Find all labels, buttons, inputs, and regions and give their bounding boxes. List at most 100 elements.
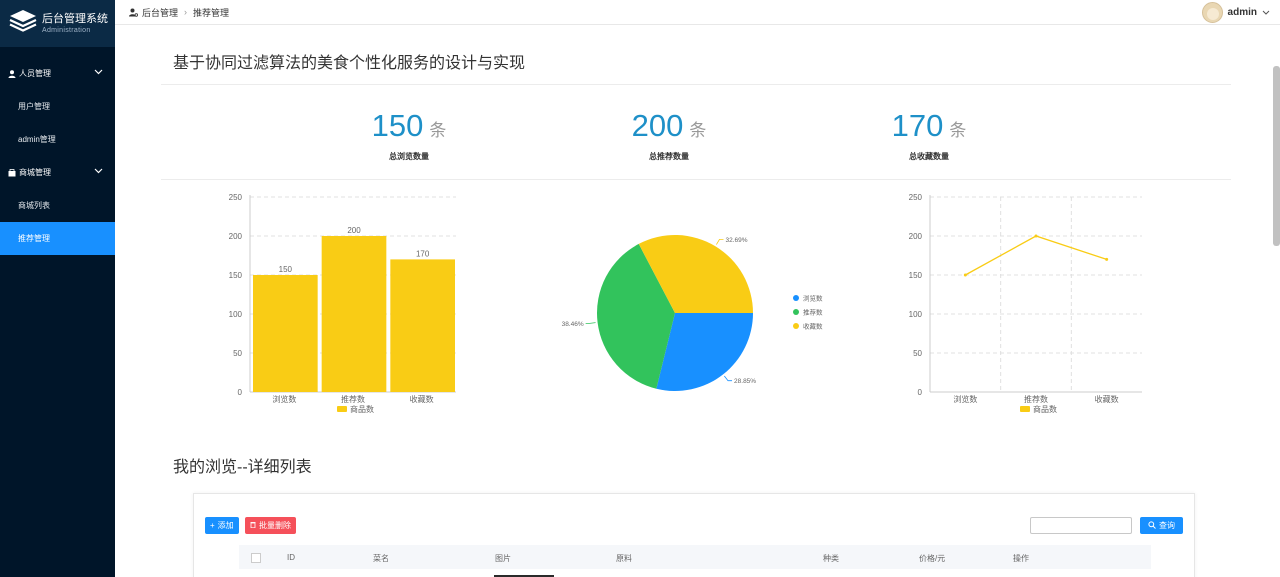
- column-header-name: 菜名: [373, 554, 389, 563]
- column-header-actions: 操作: [1013, 554, 1029, 563]
- search-icon: [1148, 520, 1156, 531]
- shop-icon: [7, 168, 16, 177]
- column-header-price: 价格/元: [919, 554, 946, 563]
- stat-label: 总收藏数量: [909, 152, 949, 161]
- stat-unit: 条: [949, 121, 967, 140]
- stat-label: 总推荐数量: [649, 152, 689, 161]
- chevron-down-icon: [94, 167, 103, 176]
- main-content: 基于协同过滤算法的美食个性化服务的设计与实现 150 条 总浏览数量 200 条 总…: [115, 25, 1280, 577]
- legend-label: 浏览数: [803, 294, 823, 303]
- breadcrumb-current: 推荐管理: [193, 7, 230, 18]
- stat-favorites: 170 条 总收藏数量: [849, 108, 1009, 162]
- stat-unit: 条: [429, 121, 447, 140]
- table-header: ID 菜名 图片 原料 种类 价格/元 操作: [239, 545, 1151, 569]
- trash-icon: [250, 521, 256, 530]
- stat-unit: 条: [689, 121, 707, 140]
- chevron-down-icon: [1262, 7, 1270, 18]
- column-header-ingredients: 原料: [616, 554, 632, 563]
- line-point: [1105, 257, 1109, 261]
- y-tick-label: 100: [909, 310, 923, 319]
- layers-logo-icon: [8, 8, 38, 39]
- y-tick-label: 50: [233, 349, 242, 358]
- legend-label: 推荐数: [803, 308, 823, 317]
- plus-icon: +: [210, 521, 215, 530]
- bar: [321, 236, 387, 392]
- stat-value: 170: [891, 108, 944, 143]
- legend-swatch: [1020, 406, 1030, 412]
- user-icon: [7, 69, 16, 78]
- y-tick-label: 250: [229, 193, 243, 202]
- menu-group-mall[interactable]: 商城管理: [0, 156, 115, 189]
- legend-label: 商品数: [1033, 404, 1057, 414]
- legend-swatch: [793, 295, 799, 301]
- scrollbar[interactable]: [1273, 66, 1280, 246]
- search-button[interactable]: 查询: [1140, 517, 1183, 534]
- section-title: 我的浏览--详细列表: [173, 459, 312, 476]
- pie-label-line: [724, 375, 733, 382]
- bar: [390, 259, 455, 392]
- pie-label-line: [716, 239, 724, 245]
- sidebar-item-admin-management[interactable]: admin管理: [0, 123, 115, 156]
- y-tick-label: 150: [229, 271, 243, 280]
- search-button-label: 查询: [1159, 521, 1175, 530]
- divider: [161, 84, 1231, 85]
- logo[interactable]: 后台管理系统 Administration: [0, 0, 115, 47]
- pie-percent-label: 38.46%: [562, 321, 584, 328]
- sidebar-item-recommend-management[interactable]: 推荐管理: [0, 222, 115, 255]
- bar-chart: 0 50 100 150 200 250 浏览数 推荐数 收藏数商品数 150 200 170: [229, 193, 456, 414]
- bar: [253, 275, 318, 392]
- line-point: [1034, 234, 1038, 238]
- user-menu[interactable]: admin: [1201, 2, 1270, 23]
- stat-value: 200: [631, 108, 684, 143]
- search-input[interactable]: [1030, 517, 1132, 534]
- bar-value-label: 200: [347, 226, 361, 235]
- pie-chart: 28.85% 38.46% 32.69% 浏览数推荐数收藏数: [562, 235, 823, 391]
- menu-group-label: 人员管理: [19, 69, 51, 78]
- user-settings-icon: [129, 8, 138, 17]
- legend-label: 收藏数: [803, 322, 823, 331]
- top-header: 后台管理 › 推荐管理 admin: [115, 0, 1280, 25]
- logo-subtitle: Administration: [42, 26, 91, 34]
- series-line: [965, 235, 1107, 276]
- batch-delete-button[interactable]: 批量删除: [245, 517, 296, 534]
- y-tick-label: 150: [909, 271, 923, 280]
- select-all-checkbox[interactable]: [251, 553, 261, 563]
- stat-recommend: 200 条 总推荐数量: [589, 108, 749, 162]
- column-header-id: ID: [287, 553, 295, 562]
- y-tick-label: 50: [913, 349, 922, 358]
- legend-label: 商品数: [350, 404, 374, 414]
- pie-percent-label: 28.85%: [734, 378, 756, 385]
- legend-swatch: [337, 406, 347, 412]
- avatar: [1201, 2, 1223, 23]
- y-tick-label: 200: [909, 232, 923, 241]
- menu-group-personnel[interactable]: 人员管理: [0, 57, 115, 90]
- sidebar-item-mall-list[interactable]: 商城列表: [0, 189, 115, 222]
- x-tick-label: 推荐数: [341, 394, 365, 404]
- column-header-category: 种类: [823, 554, 839, 563]
- add-button[interactable]: + 添加: [205, 517, 239, 534]
- stat-label: 总浏览数量: [389, 152, 429, 161]
- x-tick-label: 浏览数: [953, 394, 977, 404]
- page-title: 基于协同过滤算法的美食个性化服务的设计与实现: [173, 55, 526, 72]
- bar-value-label: 170: [416, 249, 430, 258]
- x-tick-label: 收藏数: [1095, 394, 1119, 404]
- sidebar: 后台管理系统 Administration 人员管理 用户管理 admin管理 …: [0, 0, 115, 577]
- pie-percent-label: 32.69%: [725, 237, 747, 244]
- stat-views: 150 条 总浏览数量: [329, 108, 489, 162]
- breadcrumb-separator-icon: ›: [184, 7, 188, 17]
- y-tick-label: 0: [918, 388, 923, 397]
- chevron-down-icon: [94, 68, 103, 77]
- sidebar-item-user-management[interactable]: 用户管理: [0, 90, 115, 123]
- x-tick-label: 收藏数: [410, 394, 434, 404]
- y-tick-label: 100: [229, 310, 243, 319]
- bar-value-label: 150: [279, 265, 293, 274]
- breadcrumb-item[interactable]: 后台管理: [142, 6, 178, 19]
- pie-label-line: [585, 322, 596, 324]
- x-tick-label: 浏览数: [272, 394, 296, 404]
- y-tick-label: 200: [229, 232, 243, 241]
- legend-swatch: [793, 323, 799, 329]
- table-card: + 添加 批量删除 查询 ID 菜名 图片 原料 种类 价格/元 操作: [193, 493, 1195, 577]
- stat-value: 150: [371, 108, 424, 143]
- column-header-image: 图片: [495, 554, 511, 563]
- add-button-label: 添加: [217, 521, 234, 530]
